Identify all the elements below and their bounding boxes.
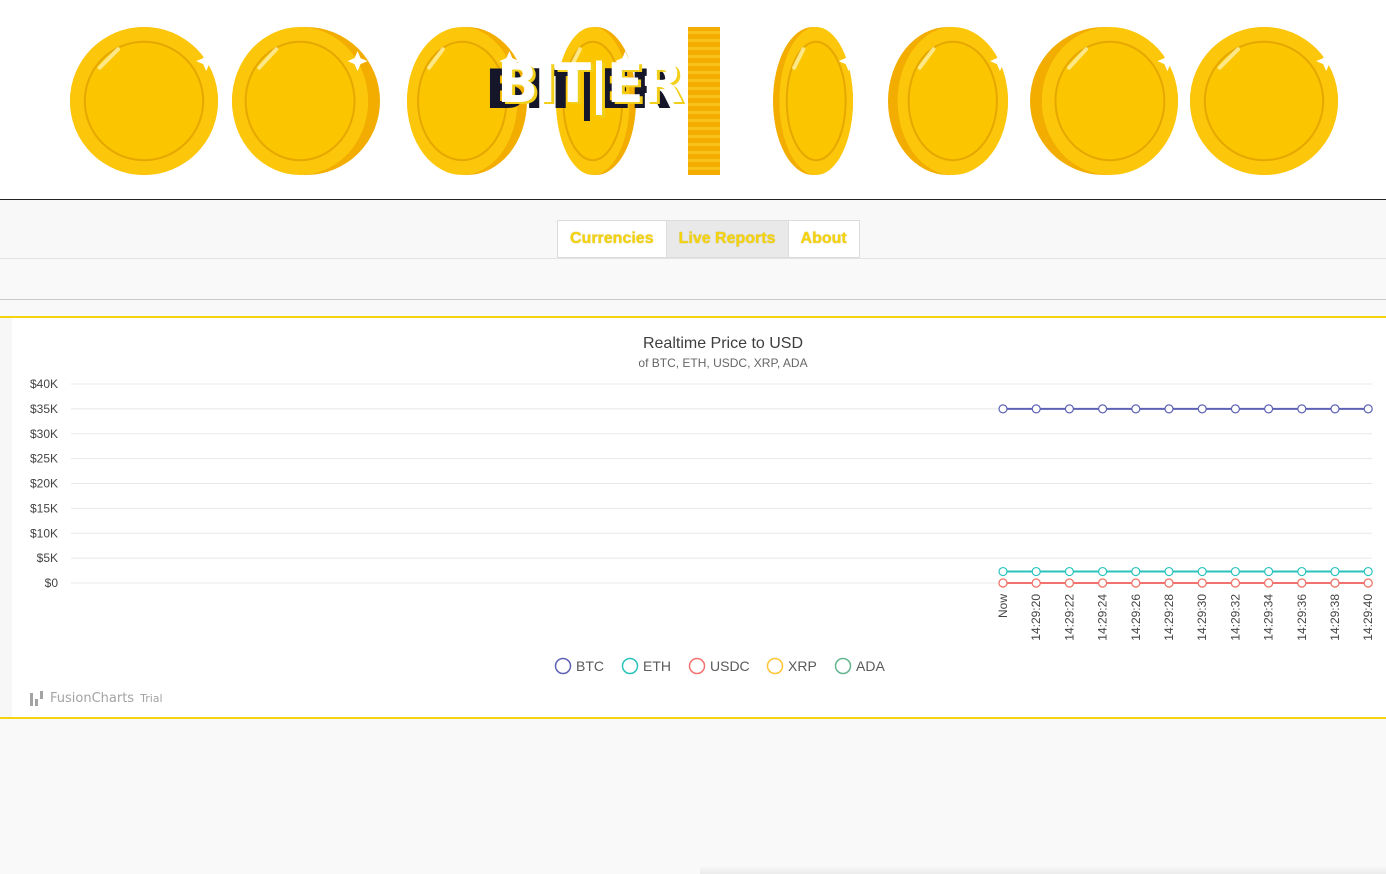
coin-icon <box>70 27 218 175</box>
sub-bar <box>0 259 1386 300</box>
panel-left-strip <box>0 318 12 717</box>
coin-icon <box>231 27 380 175</box>
chart-panel <box>0 316 1386 719</box>
coin-banner <box>70 27 1338 175</box>
tab-about[interactable]: About <box>789 221 859 257</box>
bottom-shadow <box>700 866 1386 874</box>
tab-currencies[interactable]: Currencies <box>558 221 667 257</box>
site-header: BIT|ER BIT|ER <box>0 0 1386 200</box>
coin-icon <box>888 27 1010 175</box>
fusioncharts-credit[interactable]: FusionCharts Trial <box>30 688 163 708</box>
credit-tag: Trial <box>140 691 163 705</box>
tab-live-reports[interactable]: Live Reports <box>666 221 789 257</box>
coin-icon <box>688 27 720 175</box>
fusioncharts-logo-icon <box>30 691 43 706</box>
nav-tabs: Currencies Live Reports About <box>557 220 860 258</box>
logo-text: BIT|ER <box>497 52 683 115</box>
coin-icon <box>1190 27 1338 175</box>
coin-icon <box>773 27 859 175</box>
nav-bar: Currencies Live Reports About <box>0 200 1386 259</box>
site-logo[interactable]: BIT|ER BIT|ER <box>485 52 685 124</box>
coin-icon <box>1030 27 1179 175</box>
credit-brand: FusionCharts <box>50 690 135 706</box>
